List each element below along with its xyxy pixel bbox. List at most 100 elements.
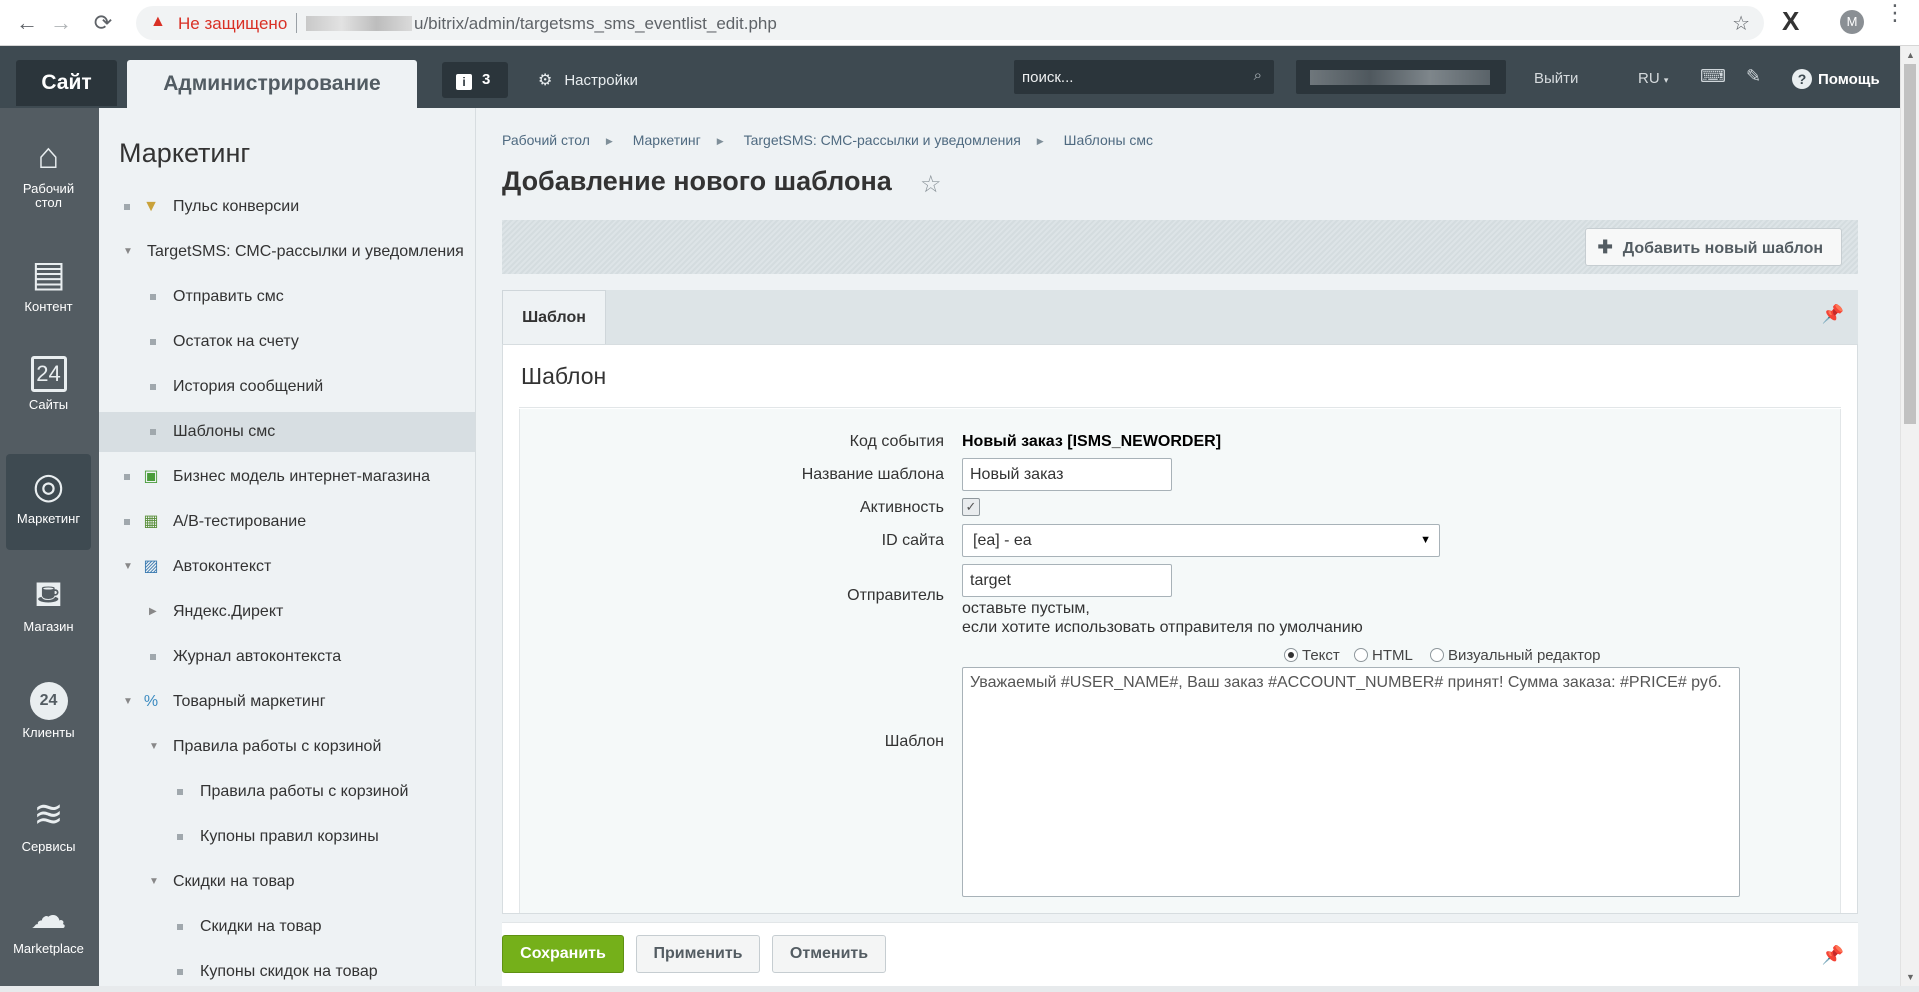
panel-title: Шаблон: [521, 363, 607, 389]
bullet: [150, 294, 156, 300]
site-tab[interactable]: Сайт: [16, 60, 117, 106]
context-toolbar: ✚ Добавить новый шаблон: [502, 220, 1858, 274]
breadcrumb-item[interactable]: Рабочий стол: [502, 132, 590, 148]
language-label: RU: [1638, 70, 1660, 87]
tab-template[interactable]: Шаблон: [502, 290, 606, 346]
menu-item-cart-rules-group[interactable]: ▼ Правила работы с корзиной: [99, 727, 475, 767]
notifications-count: 3: [482, 71, 491, 88]
scroll-down-icon[interactable]: ▼: [1906, 972, 1915, 982]
site-id-select[interactable]: [ea] - ea ▼: [962, 524, 1440, 557]
keyboard-icon[interactable]: ⌨: [1700, 66, 1726, 87]
logout-link[interactable]: Выйти: [1534, 70, 1578, 87]
active-label: Активность: [859, 499, 944, 516]
breadcrumb-item[interactable]: TargetSMS: СМС-рассылки и уведомления: [744, 132, 1021, 148]
section-menu: Маркетинг ▼ Пульс конверсии ▼ TargetSMS:…: [99, 108, 476, 986]
save-button[interactable]: Сохранить: [502, 935, 624, 973]
add-template-button[interactable]: ✚ Добавить новый шаблон: [1584, 228, 1842, 266]
rail-item-clients[interactable]: 24 Клиенты: [6, 682, 91, 740]
profile-avatar[interactable]: M: [1840, 10, 1864, 34]
sender-input[interactable]: [962, 564, 1172, 597]
rail-item-sites[interactable]: 24 Сайты: [6, 356, 91, 412]
breadcrumb-item[interactable]: Маркетинг: [633, 132, 701, 148]
apply-button[interactable]: Применить: [636, 935, 760, 973]
extension-x-icon[interactable]: X: [1782, 6, 1799, 37]
pin-icon[interactable]: 📌: [1822, 945, 1844, 966]
active-checkbox[interactable]: ✓: [962, 498, 980, 516]
menu-item-discount-coupons[interactable]: Купоны скидок на товар: [99, 952, 475, 992]
rail-item-marketplace[interactable]: ☁ Marketplace: [6, 896, 91, 956]
menu-item-product-discounts[interactable]: Скидки на товар: [99, 907, 475, 947]
format-option-label: Визуальный редактор: [1448, 647, 1601, 664]
admin-tab[interactable]: Администрирование: [127, 60, 417, 108]
page-scrollbar[interactable]: ▲ ▼: [1900, 46, 1919, 986]
bookmark-star-icon[interactable]: ☆: [1732, 11, 1750, 36]
help-label: Помощь: [1818, 71, 1880, 88]
menu-item-label: Бизнес модель интернет-магазина: [173, 468, 431, 485]
notification-icon: i: [456, 74, 472, 90]
rail-item-content[interactable]: ▤ Контент: [6, 254, 91, 314]
rail-label: Контент: [24, 299, 73, 314]
sender-hint-line-1: оставьте пустым,: [962, 600, 1090, 617]
browser-menu-icon[interactable]: ⋮: [1884, 2, 1906, 24]
notifications-button[interactable]: i3: [442, 62, 508, 98]
menu-item-product-discounts-group[interactable]: ▼ Скидки на товар: [99, 862, 475, 902]
menu-item-label: TargetSMS: СМС-рассылки и уведомления: [147, 243, 464, 260]
menu-item-balance[interactable]: Остаток на счету: [99, 322, 475, 362]
menu-item-product-marketing[interactable]: ▼ % Товарный маркетинг: [99, 682, 475, 722]
form-area: Код события Новый заказ [ISMS_NEWORDER] …: [519, 409, 1841, 913]
format-radio-html[interactable]: HTML: [1354, 647, 1413, 664]
menu-item-ab-testing[interactable]: ▦ A/B-тестирование: [99, 502, 475, 542]
menu-item-label: Правила работы с корзиной: [173, 738, 382, 755]
menu-item-cart-coupons[interactable]: Купоны правил корзины: [99, 817, 475, 857]
layers-icon: ≋: [33, 793, 64, 834]
rail-item-marketing[interactable]: ◎ Маркетинг: [6, 454, 91, 550]
menu-item-business-model[interactable]: ▣ Бизнес модель интернет-магазина: [99, 457, 475, 497]
menu-item-autocontext-log[interactable]: Журнал автоконтекста: [99, 637, 475, 677]
format-radio-text[interactable]: Текст: [1284, 647, 1340, 664]
back-icon[interactable]: ←: [14, 10, 40, 36]
search-input[interactable]: [1022, 66, 1232, 88]
settings-link[interactable]: ⚙ Настройки: [538, 70, 638, 90]
template-name-input[interactable]: [962, 458, 1172, 491]
menu-item-conversion-pulse[interactable]: ▼ Пульс конверсии: [99, 187, 475, 227]
menu-item-cart-rules[interactable]: Правила работы с корзиной: [99, 772, 475, 812]
scroll-up-icon[interactable]: ▲: [1906, 50, 1915, 60]
reload-icon[interactable]: ⟳: [90, 10, 116, 36]
insecure-label: Не защищено: [178, 14, 288, 33]
help-link[interactable]: ? Помощь: [1792, 69, 1880, 89]
menu-item-send-sms[interactable]: Отправить смс: [99, 277, 475, 317]
format-option-label: Текст: [1302, 647, 1340, 664]
menu-item-label: Отправить смс: [173, 288, 284, 305]
user-menu[interactable]: [1296, 60, 1506, 94]
menu-item-targetsms[interactable]: ▼ TargetSMS: СМС-рассылки и уведомления: [99, 232, 475, 272]
scrollbar-thumb[interactable]: [1904, 64, 1916, 424]
rail-item-shop[interactable]: ⛾ Магазин: [6, 574, 91, 634]
menu-item-history[interactable]: История сообщений: [99, 367, 475, 407]
forward-icon[interactable]: →: [48, 10, 74, 36]
menu-item-sms-templates[interactable]: Шаблоны смс: [99, 412, 475, 452]
pin-icon[interactable]: 📌: [1822, 304, 1844, 325]
menu-item-yandex-direct[interactable]: ▶ Яндекс.Директ: [99, 592, 475, 632]
breadcrumb-item[interactable]: Шаблоны смс: [1064, 132, 1153, 148]
rail-label: Сервисы: [21, 839, 76, 854]
search-icon[interactable]: ⌕: [1254, 67, 1262, 84]
template-label: Шаблон: [884, 733, 944, 750]
rail-label: Маркетинг: [16, 511, 81, 526]
menu-item-autocontext[interactable]: ▼ ▨ Автоконтекст: [99, 547, 475, 587]
settings-label: Настройки: [564, 72, 638, 89]
format-radio-visual-editor[interactable]: Визуальный редактор: [1430, 647, 1601, 664]
chevron-down-icon: ▼: [149, 741, 159, 752]
cancel-button[interactable]: Отменить: [772, 935, 886, 973]
address-bar[interactable]: ▲ Не защищено u/bitrix/admin/targetsms_s…: [136, 6, 1764, 40]
menu-item-label: Автоконтекст: [173, 558, 272, 575]
menu-item-label: Остаток на счету: [173, 333, 299, 350]
bullet: [150, 654, 156, 660]
template-textarea[interactable]: Уважаемый #USER_NAME#, Ваш заказ #ACCOUN…: [962, 667, 1740, 897]
rail-item-services[interactable]: ≋ Сервисы: [6, 794, 91, 854]
panel-divider: [519, 407, 1841, 408]
pin-icon[interactable]: ✎: [1746, 66, 1761, 87]
language-selector[interactable]: RU ▾: [1638, 70, 1668, 87]
rail-item-desktop[interactable]: ⌂ Рабочий стол: [6, 136, 91, 210]
favorite-star-icon[interactable]: ☆: [920, 170, 942, 199]
bullet: [177, 789, 183, 795]
